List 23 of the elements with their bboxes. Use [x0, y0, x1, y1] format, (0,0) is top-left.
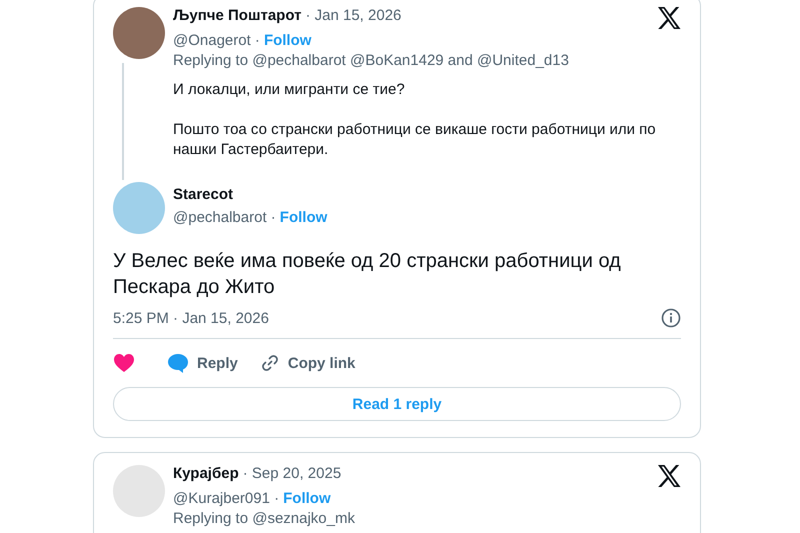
post-date: · Sep 20, 2025	[242, 465, 342, 482]
replying-to-text: Replying to @seznajko_mk	[173, 510, 356, 527]
x-logo-icon[interactable]	[657, 7, 681, 29]
copy-link-button[interactable]: Copy link	[260, 353, 356, 373]
post-text: У Велес веќе има повеќе од 20 странски работници од Пескара до Жито	[113, 249, 622, 300]
post-date: · Jan 15, 2026	[305, 7, 402, 24]
replying-to-text: Replying to @pechalbarot @BoKan1429 and @United_d13	[173, 52, 570, 69]
info-icon[interactable]	[661, 308, 681, 328]
reply-text: Пошто тоа со странски работници се викаше гости работници или по нашки Гастербаитери.	[173, 120, 657, 160]
speech-bubble-icon	[167, 353, 189, 373]
author-handle[interactable]: @Onagerot ·	[173, 32, 260, 49]
reply-button[interactable]: Reply	[167, 353, 238, 373]
author-handle[interactable]: @pechalbarot ·	[173, 209, 276, 226]
reply-text: И локалци, или мигранти се тие?	[173, 80, 406, 100]
link-icon	[260, 353, 280, 373]
author-name[interactable]: Starecot	[173, 186, 681, 203]
x-logo-icon[interactable]	[657, 465, 681, 487]
author-handle[interactable]: @Kurajber091 ·	[173, 490, 280, 507]
author-name[interactable]: Љупче Поштарот	[173, 7, 302, 24]
like-button[interactable]	[113, 353, 135, 373]
post-timestamp[interactable]: 5:25 PM · Jan 15, 2026	[113, 310, 269, 326]
author-name[interactable]: Курајбер	[173, 465, 239, 482]
avatar-placeholder[interactable]	[113, 7, 165, 59]
